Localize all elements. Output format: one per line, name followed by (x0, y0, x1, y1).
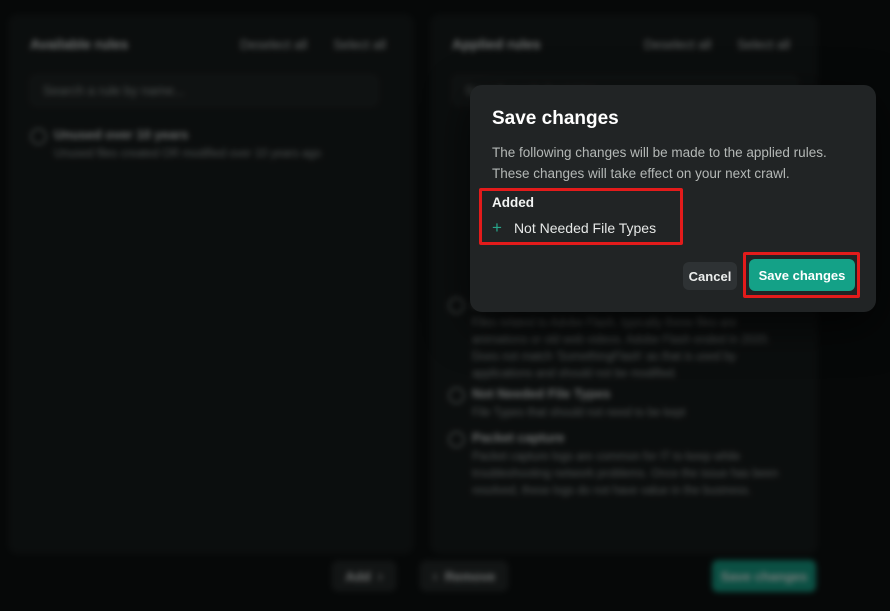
plus-icon: + (492, 219, 502, 236)
save-changes-modal: Save changes The following changes will … (470, 85, 876, 312)
modal-body-text: The following changes will be made to th… (492, 142, 827, 184)
cancel-button[interactable]: Cancel (683, 262, 737, 290)
modal-body-line1: The following changes will be made to th… (492, 142, 827, 163)
added-section-label: Added (492, 195, 534, 210)
added-rule-name: Not Needed File Types (514, 220, 656, 236)
added-rule-item: + Not Needed File Types (492, 219, 656, 236)
app-canvas: Available rules Deselect all Select all … (0, 0, 890, 611)
modal-save-changes-button[interactable]: Save changes (749, 259, 855, 291)
modal-title: Save changes (492, 108, 619, 130)
modal-body-line2: These changes will take effect on your n… (492, 163, 827, 184)
